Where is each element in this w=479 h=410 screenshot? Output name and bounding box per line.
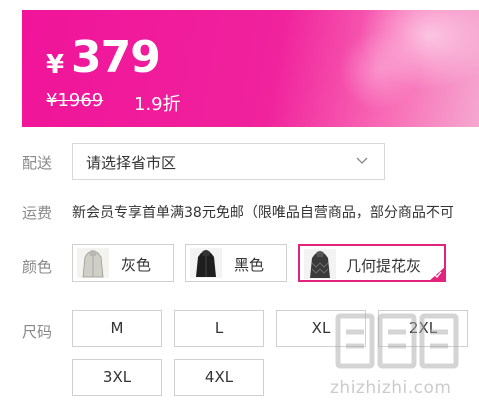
region-select[interactable]: 请选择省市区 bbox=[72, 143, 385, 180]
size-option-l[interactable]: L bbox=[174, 310, 264, 347]
chevron-down-icon bbox=[356, 157, 368, 164]
color-option-label: 黑色 bbox=[234, 256, 265, 274]
size-label: 尺码 bbox=[22, 323, 53, 341]
color-option-black[interactable]: 黑色 bbox=[185, 244, 287, 282]
coat-thumbnail-gray bbox=[77, 248, 109, 278]
color-option-label: 几何提花灰 bbox=[346, 257, 422, 275]
watermark-text: zhizhizhi.com bbox=[330, 378, 452, 398]
check-icon bbox=[434, 271, 442, 279]
coat-thumbnail-geometric-gray bbox=[304, 249, 336, 279]
sale-price: 379 bbox=[71, 32, 161, 83]
shipping-info: 新会员专享首单满38元免邮（限唯品自营商品，部分商品不可 bbox=[72, 205, 454, 221]
color-label: 颜色 bbox=[22, 258, 53, 276]
size-option-4xl[interactable]: 4XL bbox=[174, 359, 264, 396]
banner-glow-small bbox=[339, 30, 419, 110]
shipping-label: 运费 bbox=[22, 204, 53, 222]
price-currency: ¥ bbox=[46, 50, 65, 80]
color-option-geometric-gray[interactable]: 几何提花灰 bbox=[298, 244, 446, 282]
coat-thumbnail-black bbox=[190, 248, 222, 278]
watermark-logo bbox=[335, 313, 459, 369]
discount-badge: 1.9折 bbox=[134, 94, 181, 115]
region-select-value: 请选择省市区 bbox=[86, 154, 177, 172]
original-price: ¥1969 bbox=[46, 90, 104, 111]
size-option-3xl[interactable]: 3XL bbox=[72, 359, 162, 396]
color-option-gray[interactable]: 灰色 bbox=[72, 244, 174, 282]
delivery-label: 配送 bbox=[22, 154, 53, 172]
price-banner: ¥ 379 ¥1969 1.9折 bbox=[22, 10, 479, 127]
color-option-label: 灰色 bbox=[121, 256, 152, 274]
size-option-m[interactable]: M bbox=[72, 310, 162, 347]
